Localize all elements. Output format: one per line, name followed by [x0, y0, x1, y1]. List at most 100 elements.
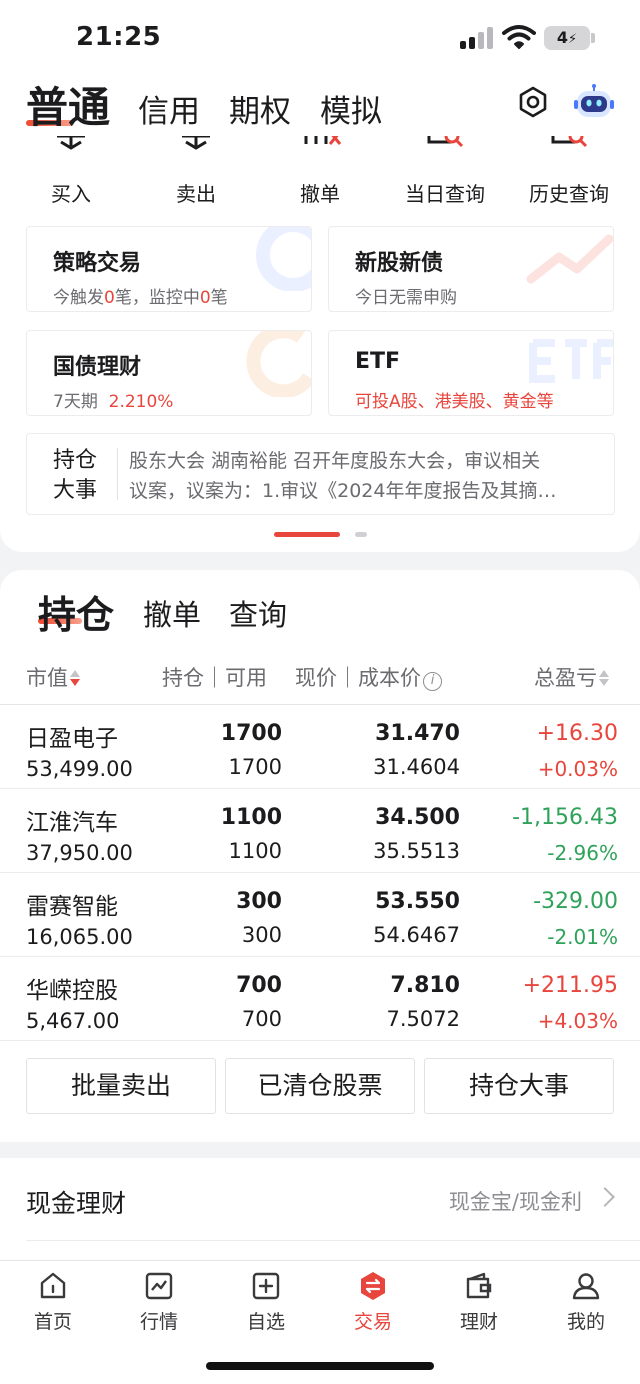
news-text: 股东大会 湖南裕能 召开年度股东大会，审议相关 议案，议案为：1.审议《2024… — [129, 446, 599, 506]
available-qty: 700 — [241, 1007, 282, 1031]
cash-management-row[interactable]: 现金理财 现金宝/现金利 — [0, 1158, 640, 1260]
holding-row[interactable]: 江淮汽车 37,950.00 1100 1100 34.500 35.5513 … — [0, 789, 640, 873]
total-pl: -329.00 — [533, 889, 618, 914]
quick-action-label: 当日查询 — [405, 182, 485, 206]
battery-level: 4⚡ — [556, 28, 578, 47]
quick-action-sell[interactable]: 卖出 — [141, 136, 251, 216]
available-qty: 1100 — [228, 839, 282, 863]
tab-options[interactable]: 期权 — [229, 86, 291, 131]
holding-events-news[interactable]: 持仓大事 股东大会 湖南裕能 召开年度股东大会，审议相关 议案，议案为：1.审议… — [26, 433, 615, 515]
holding-row[interactable]: 雷赛智能 16,065.00 300 300 53.550 54.6467 -3… — [0, 873, 640, 957]
feature-subtitle: 今日无需申购 — [355, 288, 457, 308]
home-indicator — [206, 1362, 434, 1370]
current-price: 7.810 — [390, 973, 460, 998]
market-value: 53,499.00 — [26, 757, 133, 781]
holding-events-button[interactable]: 持仓大事 — [424, 1058, 614, 1114]
stock-name: 雷赛智能 — [26, 894, 118, 920]
available-qty: 300 — [241, 923, 282, 947]
nav-profile[interactable]: 我的 — [533, 1261, 639, 1341]
strategy-trading-card[interactable]: 策略交易 今触发0笔，监控中0笔 — [26, 226, 312, 312]
today-query-icon — [427, 136, 464, 148]
feature-title: 策略交易 — [53, 251, 142, 276]
battery-nub — [591, 33, 595, 43]
market-chart-icon — [145, 1272, 173, 1300]
stock-name: 江淮汽车 — [26, 810, 118, 836]
nav-market[interactable]: 行情 — [106, 1261, 212, 1341]
batch-sell-button[interactable]: 批量卖出 — [26, 1058, 216, 1114]
market-value: 37,950.00 — [26, 841, 133, 865]
treasury-bond-card[interactable]: 国债理财 7天期 2.210% — [26, 330, 312, 416]
account-type-tabs: 普通 信用 期权 模拟 — [0, 70, 640, 136]
tab-credit[interactable]: 信用 — [138, 86, 200, 131]
etf-card[interactable]: ETF 可投A股、港美股、黄金等 — [328, 330, 614, 416]
holdings-card: 持仓 撤单 查询 市值 持仓｜可用 现价｜成本价 i 总盈亏 日盈电子 53,49… — [0, 570, 640, 1142]
nav-label: 我的 — [566, 1311, 605, 1333]
tab-query[interactable]: 查询 — [229, 592, 287, 634]
bond-rate-info: 7天期 2.210% — [53, 392, 174, 412]
total-pl: +16.30 — [536, 721, 618, 746]
history-query-icon — [551, 136, 588, 148]
bond-decoration-icon — [246, 331, 311, 397]
market-value: 5,467.00 — [26, 1009, 120, 1033]
cellular-signal-icon — [460, 27, 494, 49]
nav-trade[interactable]: 交易 — [320, 1261, 426, 1341]
battery-icon: 4⚡ — [544, 26, 590, 50]
current-price: 53.550 — [375, 889, 460, 914]
quick-action-buy[interactable]: 买入 — [16, 136, 126, 216]
pager-dot-active — [274, 532, 340, 537]
profile-icon — [572, 1273, 600, 1300]
robot-assistant-icon[interactable] — [574, 83, 614, 121]
divider — [117, 448, 118, 500]
settings-gear-icon[interactable] — [515, 84, 551, 120]
current-price: 31.470 — [375, 721, 460, 746]
trade-exchange-icon — [361, 1272, 385, 1300]
position-qty: 1100 — [220, 805, 282, 830]
buy-icon — [57, 136, 85, 150]
chevron-right-icon — [595, 1187, 615, 1207]
cancel-order-icon — [304, 136, 342, 145]
column-total-pl[interactable]: 总盈亏 — [534, 662, 610, 692]
nav-watchlist[interactable]: 自选 — [213, 1261, 319, 1341]
status-time: 21:25 — [76, 22, 162, 52]
info-icon[interactable]: i — [423, 672, 442, 691]
etf-decoration-icon — [529, 339, 613, 383]
total-pl: -1,156.43 — [512, 805, 618, 830]
position-qty: 300 — [236, 889, 282, 914]
news-title: 持仓大事 — [53, 448, 98, 503]
strategy-status: 今触发0笔，监控中0笔 — [53, 288, 228, 308]
column-price-cost: 现价｜成本价 i — [295, 662, 442, 692]
pager-dot[interactable] — [355, 532, 367, 537]
column-position-available: 持仓｜可用 — [162, 666, 267, 690]
cash-link[interactable]: 现金宝/现金利 — [449, 1186, 582, 1216]
cost-price: 54.6467 — [373, 923, 460, 947]
new-stock-bond-card[interactable]: 新股新债 今日无需申购 — [328, 226, 614, 312]
status-bar: 21:25 4⚡ — [0, 0, 640, 70]
cleared-stocks-button[interactable]: 已清仓股票 — [225, 1058, 415, 1114]
strategy-decoration-icon — [256, 227, 311, 291]
trend-up-decoration-icon — [526, 234, 613, 284]
total-pl-percent: +0.03% — [537, 757, 618, 781]
nav-wealth[interactable]: 理财 — [426, 1261, 532, 1341]
tab-holdings[interactable]: 持仓 — [38, 584, 114, 639]
holding-row[interactable]: 华嵘控股 5,467.00 700 700 7.810 7.5072 +211.… — [0, 957, 640, 1041]
news-line: 议案，议案为：1.审议《2024年年度报告及其摘… — [129, 480, 557, 502]
cost-price: 35.5513 — [373, 839, 460, 863]
column-market-value[interactable]: 市值 — [26, 662, 81, 692]
holding-row[interactable]: 日盈电子 53,499.00 1700 1700 31.470 31.4604 … — [0, 705, 640, 789]
cost-price: 31.4604 — [373, 755, 460, 779]
sort-desc-icon — [69, 668, 81, 688]
quick-action-history-query[interactable]: 历史查询 — [514, 136, 624, 216]
stock-name: 华嵘控股 — [26, 978, 118, 1004]
wallet-icon — [466, 1272, 492, 1299]
tab-normal[interactable]: 普通 — [26, 74, 110, 135]
cash-title: 现金理财 — [26, 1189, 127, 1218]
home-icon — [40, 1272, 66, 1299]
quick-action-cancel-order[interactable]: 撤单 — [265, 136, 375, 216]
tab-cancel-orders[interactable]: 撤单 — [143, 592, 201, 634]
quick-action-today-query[interactable]: 当日查询 — [390, 136, 500, 216]
nav-label: 首页 — [33, 1311, 72, 1333]
tab-simulated[interactable]: 模拟 — [320, 86, 382, 131]
stock-name: 日盈电子 — [26, 726, 118, 752]
nav-home[interactable]: 首页 — [0, 1261, 106, 1341]
total-pl-percent: -2.96% — [547, 841, 618, 865]
